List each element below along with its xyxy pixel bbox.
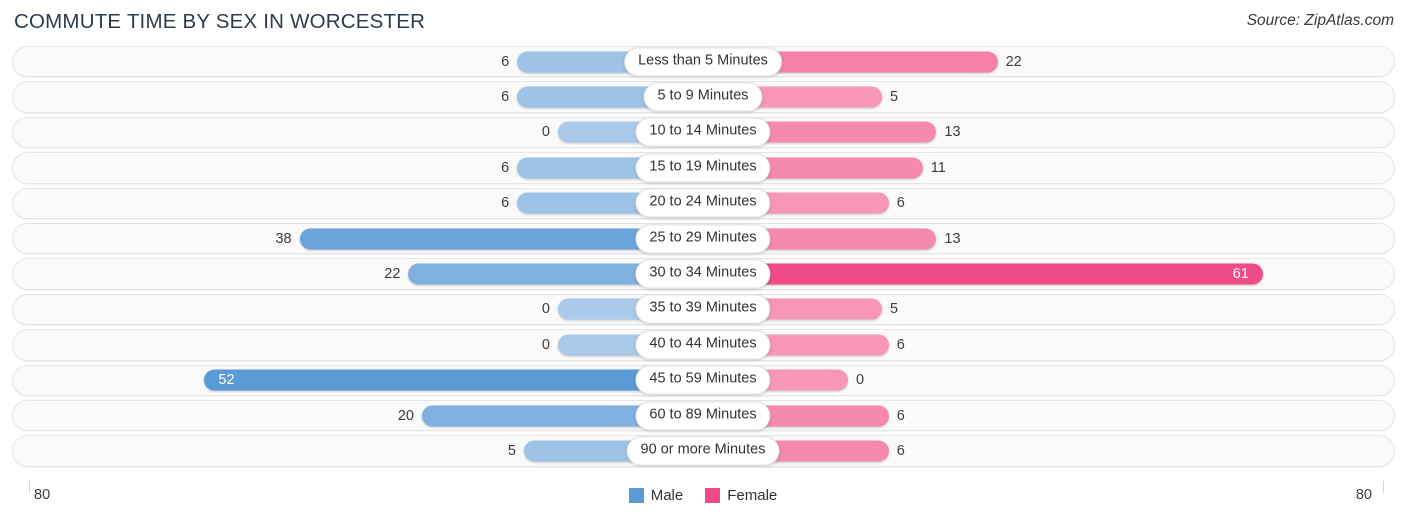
chart-row[interactable]: 0 13 10 to 14 Minutes (0, 115, 1406, 150)
value-label-male: 20 (397, 407, 414, 424)
legend-swatch-female-icon (705, 488, 721, 503)
legend-item-male[interactable]: Male (628, 487, 684, 504)
value-label-male: 6 (501, 159, 510, 176)
value-label-female: 5 (890, 301, 899, 318)
legend-label-male: Male (650, 487, 684, 504)
chart-row[interactable]: 0 5 35 to 39 Minutes (0, 292, 1406, 327)
chart-row[interactable]: 6 5 5 to 9 Minutes (0, 79, 1406, 114)
chart-row[interactable]: 38 13 25 to 29 Minutes (0, 221, 1406, 256)
category-label-pill[interactable]: 35 to 39 Minutes (635, 294, 771, 324)
category-label-pill[interactable]: 25 to 29 Minutes (635, 224, 771, 254)
value-label-female: 61 (1232, 265, 1249, 282)
value-label-female: 6 (896, 442, 905, 459)
chart-legend: Male Female (0, 487, 1406, 504)
category-label-pill[interactable]: 90 or more Minutes (626, 436, 780, 466)
value-label-female: 6 (896, 195, 905, 211)
chart-footer: 80 80 Male Female (0, 481, 1406, 522)
value-label-female: 11 (930, 159, 946, 176)
value-label-female: 5 (890, 88, 899, 105)
value-label-male: 38 (275, 230, 292, 247)
category-label-pill[interactable]: 10 to 14 Minutes (635, 117, 771, 147)
chart-row[interactable]: 6 11 15 to 19 Minutes (0, 150, 1406, 185)
value-label-male: 52 (218, 371, 235, 388)
value-label-female: 13 (944, 124, 961, 141)
chart-row[interactable]: 0 6 40 to 44 Minutes (0, 327, 1406, 362)
chart-row[interactable]: 5 6 90 or more Minutes (0, 433, 1406, 468)
bar-female[interactable] (703, 263, 1263, 285)
value-label-male: 0 (541, 124, 550, 141)
value-label-male: 6 (501, 88, 510, 105)
category-label-pill[interactable]: 40 to 44 Minutes (635, 330, 771, 360)
bar-male[interactable] (204, 369, 703, 391)
value-label-female: 6 (896, 336, 905, 353)
value-label-female: 0 (856, 371, 865, 388)
value-label-male: 22 (384, 265, 401, 282)
value-label-female: 6 (896, 407, 905, 424)
category-label-pill[interactable]: 30 to 34 Minutes (635, 259, 771, 289)
category-label-pill[interactable]: 60 to 89 Minutes (635, 401, 771, 431)
source-label: Source: ZipAtlas.com (1246, 12, 1394, 29)
legend-swatch-male-icon (628, 488, 644, 503)
value-label-male: 0 (541, 301, 550, 318)
category-label-pill[interactable]: Less than 5 Minutes (624, 47, 782, 77)
category-label-pill[interactable]: 15 to 19 Minutes (635, 153, 771, 183)
category-label-pill[interactable]: 5 to 9 Minutes (643, 82, 763, 112)
chart-row[interactable]: 52 0 45 to 59 Minutes (0, 363, 1406, 398)
legend-item-female[interactable]: Female (705, 487, 777, 504)
category-label-pill[interactable]: 45 to 59 Minutes (635, 365, 771, 395)
value-label-male: 0 (541, 336, 550, 353)
value-label-male: 6 (501, 195, 510, 211)
legend-label-female: Female (727, 487, 778, 504)
category-label-pill[interactable]: 20 to 24 Minutes (635, 188, 771, 218)
value-label-female: 13 (944, 230, 961, 247)
page-title: COMMUTE TIME BY SEX IN WORCESTER (14, 10, 426, 33)
chart-row[interactable]: 6 6 20 to 24 Minutes (0, 186, 1406, 221)
chart-row[interactable]: 6 22 Less than 5 Minutes (0, 44, 1406, 79)
value-label-male: 5 (507, 442, 516, 459)
value-label-female: 22 (1005, 53, 1022, 70)
value-label-male: 6 (501, 53, 510, 70)
chart-row[interactable]: 20 6 60 to 89 Minutes (0, 398, 1406, 433)
chart-plot-area: 6 22 Less than 5 Minutes 6 5 5 to 9 Minutes 0 1… (0, 44, 1406, 481)
chart-row[interactable]: 22 61 30 to 34 Minutes (0, 256, 1406, 291)
chart-header: COMMUTE TIME BY SEX IN WORCESTER Source:… (0, 0, 1406, 44)
